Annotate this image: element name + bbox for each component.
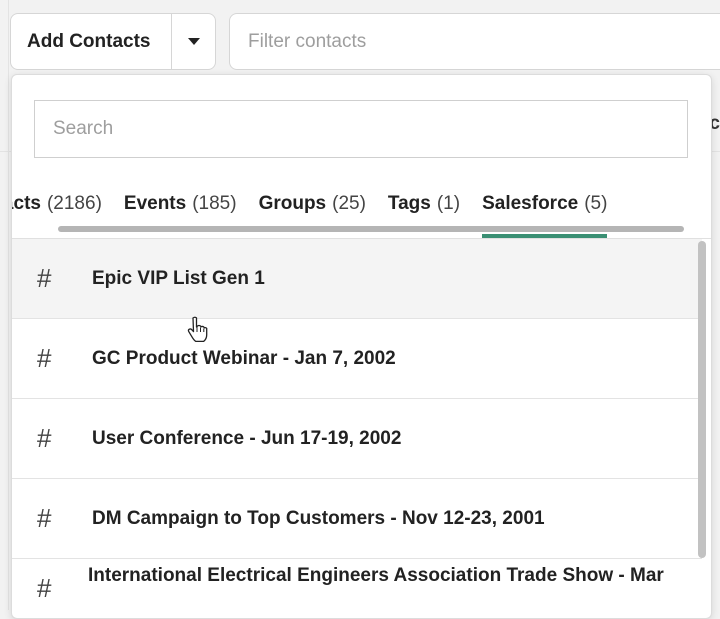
- list-vertical-scrollbar[interactable]: [698, 241, 706, 558]
- search-input[interactable]: Search: [34, 100, 688, 158]
- tab-label: Salesforce: [482, 193, 579, 214]
- tab-label: Events: [123, 193, 187, 214]
- list-item-title: GC Product Webinar - Jan 7, 2002: [92, 347, 396, 369]
- list-item-title: Epic VIP List Gen 1: [92, 267, 265, 289]
- list-item-title: DM Campaign to Top Customers - Nov 12-23…: [92, 507, 545, 529]
- tab-count: (5): [584, 193, 608, 214]
- hashtag-icon: #: [37, 573, 52, 603]
- background-divider: [8, 0, 9, 610]
- tab-groups[interactable]: Groups (25): [248, 183, 377, 225]
- chevron-down-icon: [187, 38, 200, 45]
- hashtag-icon: #: [37, 343, 52, 373]
- tab-count: (2186): [46, 193, 102, 214]
- add-contacts-dropdown-toggle[interactable]: [172, 14, 215, 69]
- tab-salesforce[interactable]: Salesforce (5): [471, 183, 618, 238]
- add-contacts-split-button[interactable]: Add Contacts: [10, 13, 216, 70]
- tab-label: Groups: [258, 193, 327, 214]
- tab-count: (25): [332, 193, 366, 214]
- tab-count: (185): [192, 193, 237, 214]
- hand-cursor-icon: [187, 316, 208, 343]
- tab-events[interactable]: Events (185): [113, 183, 248, 225]
- filter-contacts-input[interactable]: Filter contacts: [229, 13, 720, 70]
- tab-contacts[interactable]: ntacts (2186): [12, 183, 113, 225]
- hashtag-icon: #: [37, 503, 52, 533]
- hashtag-icon: #: [37, 263, 52, 293]
- list-item[interactable]: # International Electrical Engineers Ass…: [12, 559, 702, 618]
- list-item[interactable]: # Epic VIP List Gen 1: [12, 239, 702, 319]
- tab-count: (1): [436, 193, 461, 214]
- tabs-horizontal-scrollbar[interactable]: [58, 226, 684, 232]
- source-tabs: ntacts (2186) Events (185) Groups (25) T…: [12, 183, 711, 241]
- list-item[interactable]: # User Conference - Jun 17-19, 2002: [12, 399, 702, 479]
- list-item[interactable]: # GC Product Webinar - Jan 7, 2002: [12, 319, 702, 399]
- add-contacts-button[interactable]: Add Contacts: [11, 14, 172, 69]
- tab-label: ntacts: [12, 193, 41, 214]
- list-item-title: User Conference - Jun 17-19, 2002: [92, 427, 402, 449]
- tab-tags[interactable]: Tags (1): [377, 183, 471, 225]
- hashtag-icon: #: [37, 423, 52, 453]
- list-item[interactable]: # DM Campaign to Top Customers - Nov 12-…: [12, 479, 702, 559]
- add-contacts-dropdown: Search ntacts (2186) Events (185) Groups…: [11, 74, 712, 619]
- list-item-title: International Electrical Engineers Assoc…: [88, 565, 664, 586]
- tab-label: Tags: [387, 193, 431, 214]
- results-list: # Epic VIP List Gen 1 # GC Product Webin…: [12, 239, 702, 618]
